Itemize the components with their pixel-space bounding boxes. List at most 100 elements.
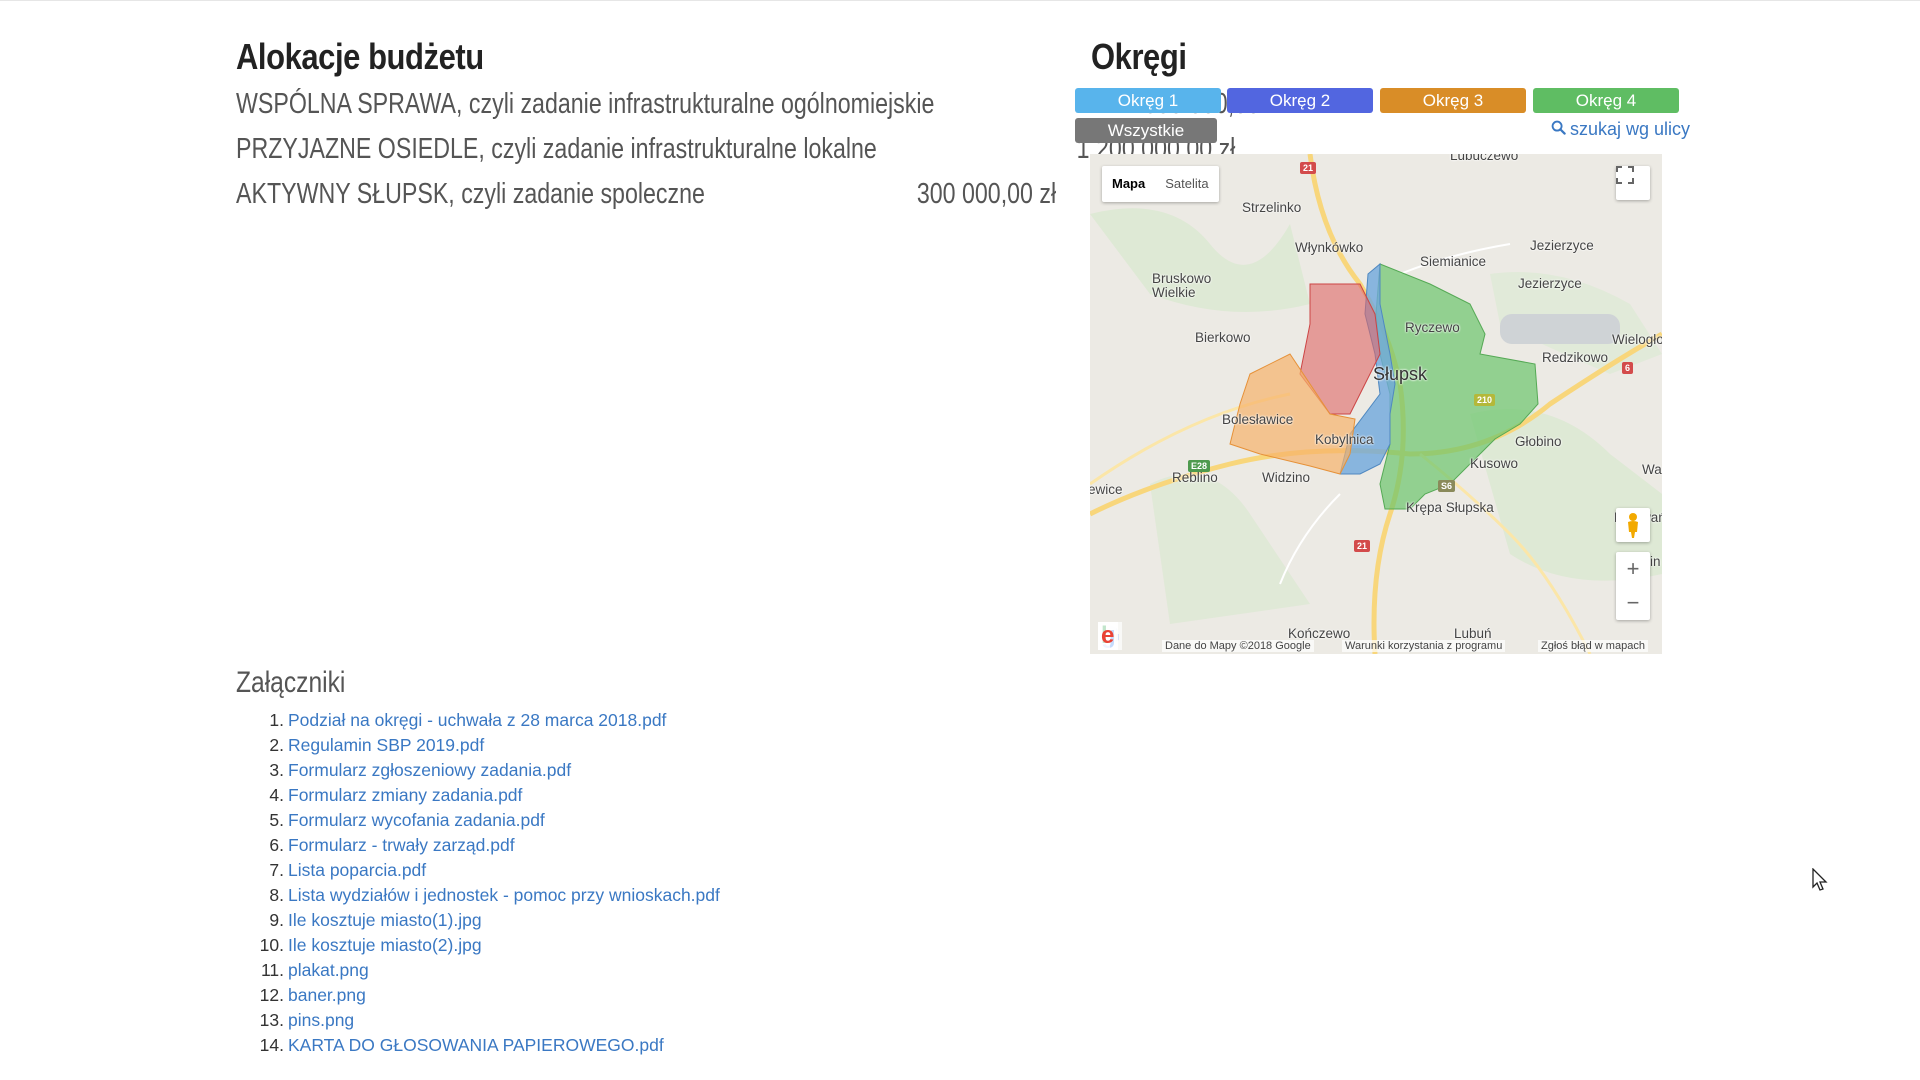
fullscreen-icon[interactable] — [1616, 166, 1650, 200]
map-label: Jezierzyce — [1518, 276, 1582, 291]
budget-row: PRZYJAZNE OSIEDLE, czyli zadanie infrast… — [236, 133, 1235, 178]
attachment-link[interactable]: Formularz zmiany zadania.pdf — [288, 785, 522, 805]
map-terms-link[interactable]: Warunki korzystania z programu — [1342, 640, 1506, 652]
item-number: 8. — [269, 885, 284, 905]
attachment-link[interactable]: Ile kosztuje miasto(1).jpg — [288, 910, 482, 930]
map-type-map-button[interactable]: Mapa — [1102, 166, 1155, 202]
road-badge: E28 — [1188, 460, 1211, 472]
zoom-control: + − — [1616, 552, 1650, 620]
map-label: Kusowo — [1470, 456, 1519, 471]
budget-row-name: PRZYJAZNE OSIEDLE, czyli zadanie infrast… — [236, 133, 877, 165]
map-label: Bierkowo — [1195, 330, 1251, 345]
map-label: Krępa Słupska — [1406, 500, 1494, 515]
list-item: 3. Formularz zgłoszeniowy zadania.pdf — [236, 758, 936, 783]
attachments-section: Załączniki 1. Podział na okręgi - uchwała… — [236, 666, 936, 1058]
item-number: 7. — [269, 860, 284, 880]
map-data-credit: Dane do Mapy ©2018 Google — [1162, 640, 1314, 652]
budget-section: Alokacje budżetu WSPÓLNA SPRAWA, czyli z… — [236, 36, 1283, 223]
road-badge: 210 — [1474, 394, 1496, 406]
attachment-link[interactable]: plakat.png — [288, 960, 369, 980]
district-3-button[interactable]: Okręg 3 — [1380, 88, 1526, 113]
attachment-link[interactable]: baner.png — [288, 985, 366, 1005]
item-number: 1. — [269, 710, 284, 730]
budget-allocation-table: WSPÓLNA SPRAWA, czyli zadanie infrastruk… — [236, 88, 1283, 223]
map-label: Głobino — [1515, 434, 1562, 449]
road-badge: 21 — [1354, 540, 1371, 552]
budget-row-name: AKTYWNY SŁUPSK, czyli zadanie spoleczne — [236, 178, 705, 210]
street-search-link[interactable]: szukaj wg ulicy — [1551, 119, 1690, 140]
list-item: 14. KARTA DO GŁOSOWANIA PAPIEROWEGO.pdf — [236, 1033, 936, 1058]
map-label: Lubuczewo — [1450, 154, 1519, 163]
budget-row: WSPÓLNA SPRAWA, czyli zadanie infrastruk… — [236, 88, 1283, 133]
attachment-link[interactable]: Formularz - trwały zarząd.pdf — [288, 835, 515, 855]
list-item: 8. Lista wydziałów i jednostek - pomoc pr… — [236, 883, 936, 908]
list-item: 6. Formularz - trwały zarząd.pdf — [236, 833, 936, 858]
district-1-button[interactable]: Okręg 1 — [1075, 88, 1221, 113]
districts-title: Okręgi — [1091, 36, 1187, 77]
item-number: 6. — [269, 835, 284, 855]
map-label: Redzikowo — [1542, 350, 1609, 365]
map-label: Siemianice — [1420, 254, 1487, 269]
attachment-link[interactable]: Lista poparcia.pdf — [288, 860, 426, 880]
item-number: 2. — [269, 735, 284, 755]
attachment-link[interactable]: Podział na okręgi - uchwała z 28 marca 2… — [288, 710, 666, 730]
attachment-link[interactable]: Formularz zgłoszeniowy zadania.pdf — [288, 760, 571, 780]
map-label: Bolesławice — [1222, 412, 1294, 427]
map-label: Reblino — [1172, 470, 1218, 485]
budget-row: AKTYWNY SŁUPSK, czyli zadanie spoleczne … — [236, 178, 1056, 223]
map-label: Bruskowo Wielkie — [1152, 271, 1212, 300]
list-item: 12. baner.png — [236, 983, 936, 1008]
attachment-link[interactable]: Ile kosztuje miasto(2).jpg — [288, 935, 482, 955]
list-item: 13. pins.png — [236, 1008, 936, 1033]
map-label: Jezierzyce — [1530, 238, 1594, 253]
attachment-link[interactable]: KARTA DO GŁOSOWANIA PAPIEROWEGO.pdf — [288, 1035, 664, 1055]
attachment-link[interactable]: pins.png — [288, 1010, 354, 1030]
map-label: ewice — [1090, 482, 1123, 497]
map-type-control: Mapa Satelita — [1102, 166, 1219, 202]
attachment-link[interactable]: Formularz wycofania zadania.pdf — [288, 810, 545, 830]
attachment-link[interactable]: Lista wydziałów i jednostek - pomoc przy… — [288, 885, 720, 905]
map-label: Strzelinko — [1242, 200, 1302, 215]
road-badge: S6 — [1438, 480, 1456, 492]
zoom-out-icon[interactable]: − — [1616, 586, 1650, 620]
district-2-button[interactable]: Okręg 2 — [1227, 88, 1373, 113]
search-icon — [1551, 119, 1566, 140]
item-number: 13. — [259, 1010, 284, 1030]
map-footer: Google Dane do Mapy ©2018 Google Warunki… — [1090, 622, 1662, 654]
map-city-label: Słupsk — [1373, 364, 1428, 384]
list-item: 5. Formularz wycofania zadania.pdf — [236, 808, 936, 833]
list-item: 1. Podział na okręgi - uchwała z 28 marca… — [236, 708, 936, 733]
map-type-satellite-button[interactable]: Satelita — [1155, 166, 1218, 202]
item-number: 5. — [269, 810, 284, 830]
mouse-cursor-icon — [1812, 867, 1828, 897]
districts-section: Okręgi Okręg 1 Okręg 2 Okręg 3 Okręg 4 W… — [1075, 36, 1690, 654]
budget-row-name: WSPÓLNA SPRAWA, czyli zadanie infrastruk… — [236, 88, 935, 120]
item-number: 11. — [260, 960, 284, 980]
item-number: 12. — [259, 985, 284, 1005]
list-item: 11. plakat.png — [236, 958, 936, 983]
zoom-in-icon[interactable]: + — [1616, 552, 1650, 586]
list-item: 9. Ile kosztuje miasto(1).jpg — [236, 908, 936, 933]
district-4-button[interactable]: Okręg 4 — [1533, 88, 1679, 113]
all-districts-button[interactable]: Wszystkie — [1075, 118, 1217, 143]
top-border — [0, 0, 1920, 1]
item-number: 9. — [269, 910, 284, 930]
district-map[interactable]: Lubuczewo Strzelinko Włynkówko Siemianic… — [1090, 154, 1662, 654]
list-item: 10. Ile kosztuje miasto(2).jpg — [236, 933, 936, 958]
list-item: 7. Lista poparcia.pdf — [236, 858, 936, 883]
map-label: Wielogłowy — [1612, 332, 1662, 347]
street-view-pegman-icon[interactable] — [1616, 508, 1650, 542]
attachments-title: Załączniki — [236, 666, 346, 699]
map-canvas[interactable] — [1090, 154, 1662, 654]
map-label: Ryczewo — [1405, 320, 1460, 335]
road-badge: 21 — [1300, 162, 1317, 174]
street-search-label: szukaj wg ulicy — [1569, 119, 1690, 139]
budget-title: Alokacje budżetu — [236, 36, 484, 77]
map-report-error-link[interactable]: Zgłoś błąd w mapach — [1538, 640, 1648, 652]
item-number: 4. — [269, 785, 284, 805]
map-label: Kobylnica — [1315, 432, 1374, 447]
map-label: Wa — [1642, 462, 1662, 477]
map-label: Włynkówko — [1295, 240, 1364, 255]
attachments-list: 1. Podział na okręgi - uchwała z 28 marca… — [236, 708, 936, 1058]
attachment-link[interactable]: Regulamin SBP 2019.pdf — [288, 735, 484, 755]
